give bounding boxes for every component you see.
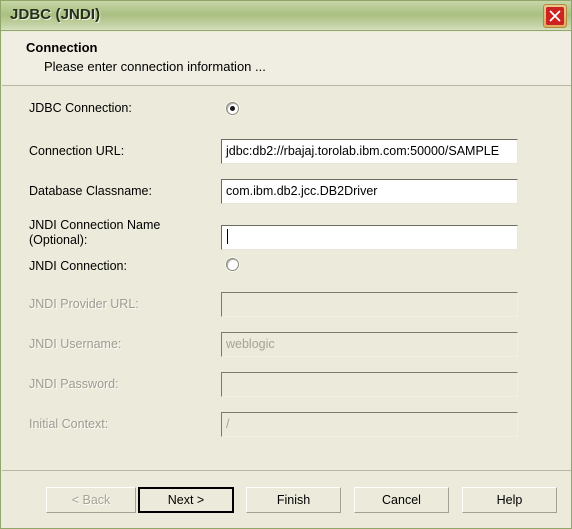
form-panel: JDBC Connection: Connection URL: jdbc:db… xyxy=(2,87,571,471)
finish-button[interactable]: Finish xyxy=(246,487,341,513)
label-jndi-provider-url: JNDI Provider URL: xyxy=(29,297,139,311)
label-jndi-username: JNDI Username: xyxy=(29,337,122,351)
title-bar: JDBC (JNDI) xyxy=(1,1,571,31)
label-initial-context: Initial Context: xyxy=(29,417,109,431)
form-row-initial-context: Initial Context: / xyxy=(2,412,571,443)
header-banner: Connection Please enter connection infor… xyxy=(2,32,571,86)
form-row-jndi-username: JNDI Username: weblogic xyxy=(2,332,571,363)
label-database-classname: Database Classname: xyxy=(29,184,152,198)
close-icon xyxy=(546,7,564,25)
input-jndi-provider-url xyxy=(221,292,518,317)
label-jndi-password: JNDI Password: xyxy=(29,377,119,391)
jdbc-jndi-dialog: JDBC (JNDI) Connection Please enter conn… xyxy=(0,0,572,529)
radio-jdbc-connection[interactable] xyxy=(226,102,239,115)
window-title: JDBC (JNDI) xyxy=(10,6,101,23)
label-jndi-connection: JNDI Connection: xyxy=(29,259,127,273)
form-row-jndi-provider-url: JNDI Provider URL: xyxy=(2,292,571,323)
radio-dot xyxy=(230,106,235,111)
cancel-button[interactable]: Cancel xyxy=(354,487,449,513)
form-row-database-classname: Database Classname: com.ibm.db2.jcc.DB2D… xyxy=(2,179,571,210)
input-jndi-password xyxy=(221,372,518,397)
back-button[interactable]: < Back xyxy=(46,487,136,513)
button-bar: < Back Next > Finish Cancel Help xyxy=(2,472,571,528)
input-jndi-username: weblogic xyxy=(221,332,518,357)
input-initial-context: / xyxy=(221,412,518,437)
input-database-classname[interactable]: com.ibm.db2.jcc.DB2Driver xyxy=(221,179,518,204)
label-connection-url: Connection URL: xyxy=(29,144,125,158)
close-button[interactable] xyxy=(543,4,567,28)
input-connection-url[interactable]: jdbc:db2://rbajaj.torolab.ibm.com:50000/… xyxy=(221,139,518,164)
next-button[interactable]: Next > xyxy=(138,487,234,513)
form-row-jndi-password: JNDI Password: xyxy=(2,372,571,403)
form-row-jdbc-connection: JDBC Connection: xyxy=(2,101,571,131)
form-row-jndi-connection: JNDI Connection: xyxy=(2,258,571,289)
help-button[interactable]: Help xyxy=(462,487,557,513)
label-jndi-connection-name: JNDI Connection Name (Optional): xyxy=(29,218,161,247)
text-caret xyxy=(227,229,228,244)
page-subtitle: Please enter connection information ... xyxy=(44,59,266,74)
radio-jndi-connection[interactable] xyxy=(226,258,239,271)
input-jndi-connection-name[interactable] xyxy=(221,225,518,250)
form-row-jndi-connection-name: JNDI Connection Name (Optional): xyxy=(2,218,571,258)
page-title: Connection xyxy=(26,40,98,55)
label-jdbc-connection: JDBC Connection: xyxy=(29,101,132,115)
form-row-connection-url: Connection URL: jdbc:db2://rbajaj.torola… xyxy=(2,139,571,170)
